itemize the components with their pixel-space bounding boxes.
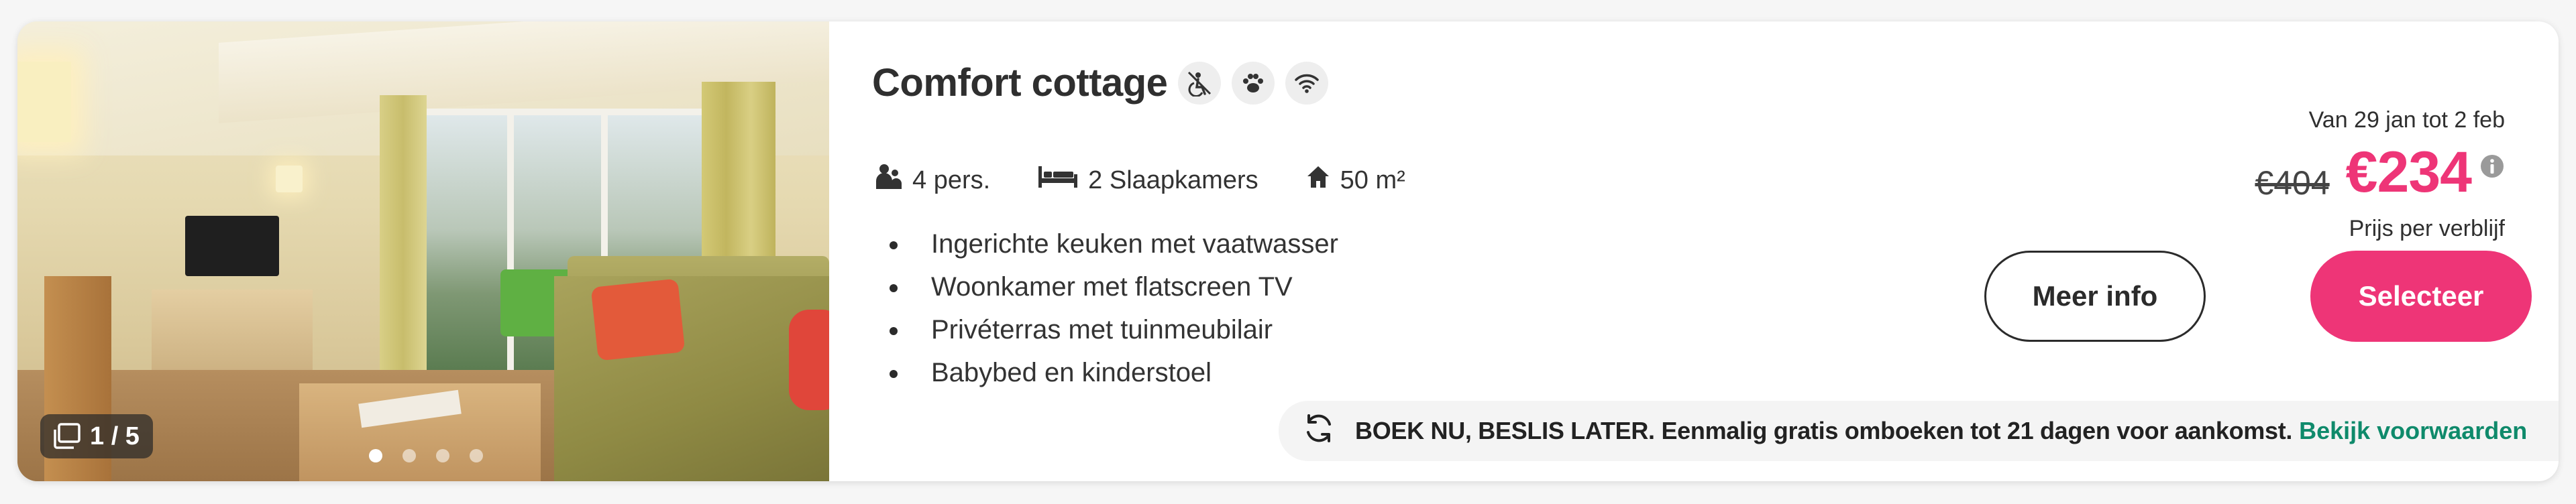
new-price: €234: [2345, 140, 2472, 204]
list-item: Woonkamer met flatscreen TV: [875, 265, 1338, 308]
spec-area-label: 50 m²: [1340, 166, 1405, 194]
spec-area: 50 m²: [1305, 164, 1405, 196]
photo-scene-curtain: [380, 95, 427, 377]
rebook-banner: BOEK NU, BESLIS LATER. Eenmalig gratis o…: [1279, 401, 2559, 461]
photo-scene-mullion: [507, 109, 514, 377]
no-smoking-icon: [1178, 61, 1222, 105]
photo-scene-wall-lamp: [276, 166, 303, 192]
accommodation-title: Comfort cottage: [872, 61, 1168, 105]
title-row: Comfort cottage: [872, 60, 1329, 105]
photo-counter[interactable]: 1 / 5: [40, 414, 153, 458]
carousel-dot[interactable]: [436, 449, 449, 462]
list-item: Privéterras met tuinmeubilair: [875, 308, 1338, 351]
carousel-dot[interactable]: [402, 449, 416, 462]
select-button[interactable]: Selecteer: [2310, 251, 2532, 342]
spec-persons-label: 4 pers.: [912, 166, 991, 194]
carousel-dot[interactable]: [369, 449, 382, 462]
list-item: Ingerichte keuken met vaatwasser: [875, 223, 1338, 265]
list-item: Babybed en kinderstoel: [875, 351, 1338, 394]
price-note: Prijs per verblijf: [2349, 216, 2505, 241]
photo-scene-pillow: [590, 278, 686, 361]
photo-scene-tv: [185, 216, 279, 276]
accommodation-card: 1 / 5 Comfort cottage 4 pers. 2 Slaapkam…: [17, 21, 2559, 481]
persons-icon: [873, 162, 903, 198]
spec-persons: 4 pers.: [873, 162, 990, 198]
photo-gallery[interactable]: 1 / 5: [17, 21, 829, 481]
spec-bedrooms-label: 2 Slaapkamers: [1088, 166, 1258, 194]
carousel-dots: [369, 449, 483, 462]
price-row: €404 €234: [2255, 139, 2505, 206]
wifi-icon: [1285, 61, 1329, 105]
house-icon: [1305, 164, 1331, 196]
feature-list: Ingerichte keuken met vaatwasser Woonkam…: [875, 223, 1338, 394]
carousel-dot[interactable]: [470, 449, 483, 462]
bed-icon: [1037, 164, 1079, 197]
old-price: €404: [2255, 164, 2330, 202]
specs-row: 4 pers. 2 Slaapkamers 50 m²: [873, 162, 1452, 198]
stay-dates: Van 29 jan tot 2 feb: [2308, 107, 2505, 133]
pet-paw-icon: [1232, 61, 1275, 105]
gallery-icon: [52, 423, 82, 450]
terms-link[interactable]: Bekijk voorwaarden: [2299, 417, 2527, 445]
photo-counter-text: 1 / 5: [90, 422, 140, 450]
spec-bedrooms: 2 Slaapkamers: [1037, 164, 1258, 197]
photo-scene-pillow: [789, 310, 829, 410]
more-info-button[interactable]: Meer info: [1984, 251, 2206, 342]
sync-icon: [1301, 411, 1336, 452]
photo-scene-lamp: [17, 62, 71, 142]
banner-text: BOEK NU, BESLIS LATER. Eenmalig gratis o…: [1355, 417, 2293, 444]
photo-scene-tv-stand: [152, 290, 313, 370]
info-icon[interactable]: [2479, 153, 2505, 179]
